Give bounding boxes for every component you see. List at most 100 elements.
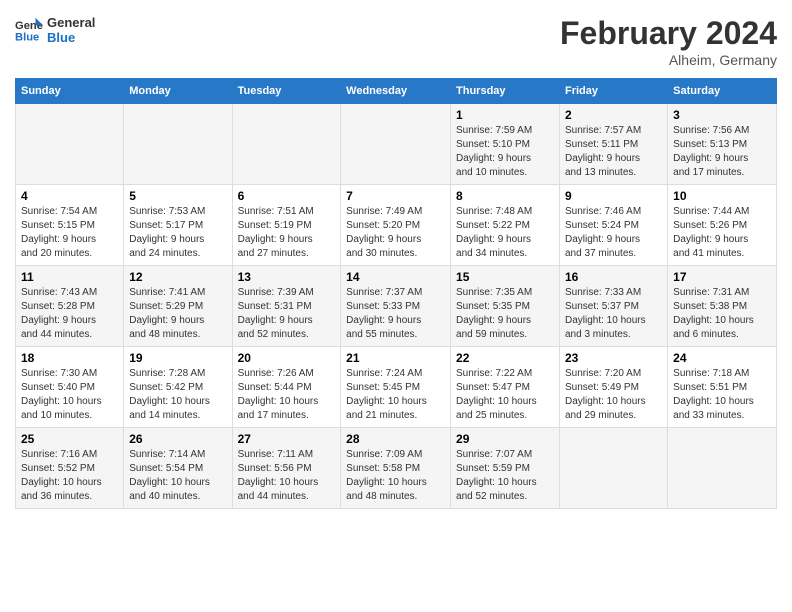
calendar-cell: 12Sunrise: 7:41 AM Sunset: 5:29 PM Dayli…	[124, 266, 232, 347]
weekday-header-friday: Friday	[560, 79, 668, 104]
day-number: 24	[673, 351, 771, 365]
day-info: Sunrise: 7:24 AM Sunset: 5:45 PM Dayligh…	[346, 367, 445, 423]
day-number: 17	[673, 270, 771, 284]
logo-general-text: General	[47, 15, 95, 30]
day-info: Sunrise: 7:16 AM Sunset: 5:52 PM Dayligh…	[21, 448, 118, 504]
weekday-header-saturday: Saturday	[668, 79, 777, 104]
logo-icon: General Blue	[15, 16, 43, 44]
calendar-cell: 19Sunrise: 7:28 AM Sunset: 5:42 PM Dayli…	[124, 347, 232, 428]
day-info: Sunrise: 7:09 AM Sunset: 5:58 PM Dayligh…	[346, 448, 445, 504]
logo-blue-text: Blue	[47, 30, 95, 45]
calendar-week-1: 1 Sunrise: 7:59 AM Sunset: 5:10 PM Daylig…	[16, 104, 777, 185]
calendar-cell: 7 Sunrise: 7:49 AM Sunset: 5:20 PM Daylig…	[341, 185, 451, 266]
calendar-cell	[341, 104, 451, 185]
logo: General Blue General Blue	[15, 15, 95, 45]
day-info: Sunrise: 7:33 AM Sunset: 5:37 PM Dayligh…	[565, 286, 662, 342]
day-number: 9	[565, 189, 662, 203]
calendar-cell: 2 Sunrise: 7:57 AM Sunset: 5:11 PM Daylig…	[560, 104, 668, 185]
calendar-cell: 14 Sunrise: 7:37 AM Sunset: 5:33 PM Dayli…	[341, 266, 451, 347]
day-info: Sunrise: 7:57 AM Sunset: 5:11 PM Dayligh…	[565, 124, 662, 180]
calendar-cell	[560, 428, 668, 509]
day-number: 20	[238, 351, 336, 365]
calendar-cell: 4 Sunrise: 7:54 AM Sunset: 5:15 PM Daylig…	[16, 185, 124, 266]
day-info: Sunrise: 7:51 AM Sunset: 5:19 PM Dayligh…	[238, 205, 336, 261]
day-info: Sunrise: 7:44 AM Sunset: 5:26 PM Dayligh…	[673, 205, 771, 261]
day-info: Sunrise: 7:56 AM Sunset: 5:13 PM Dayligh…	[673, 124, 771, 180]
calendar-cell	[16, 104, 124, 185]
day-info: Sunrise: 7:59 AM Sunset: 5:10 PM Dayligh…	[456, 124, 554, 180]
calendar-cell: 15Sunrise: 7:35 AM Sunset: 5:35 PM Dayli…	[451, 266, 560, 347]
day-number: 28	[346, 432, 445, 446]
day-info: Sunrise: 7:53 AM Sunset: 5:17 PM Dayligh…	[129, 205, 226, 261]
day-number: 16	[565, 270, 662, 284]
day-info: Sunrise: 7:14 AM Sunset: 5:54 PM Dayligh…	[129, 448, 226, 504]
day-info: Sunrise: 7:39 AM Sunset: 5:31 PM Dayligh…	[238, 286, 336, 342]
day-info: Sunrise: 7:20 AM Sunset: 5:49 PM Dayligh…	[565, 367, 662, 423]
day-info: Sunrise: 7:28 AM Sunset: 5:42 PM Dayligh…	[129, 367, 226, 423]
weekday-header-thursday: Thursday	[451, 79, 560, 104]
day-info: Sunrise: 7:37 AM Sunset: 5:33 PM Dayligh…	[346, 286, 445, 342]
day-info: Sunrise: 7:54 AM Sunset: 5:15 PM Dayligh…	[21, 205, 118, 261]
day-number: 21	[346, 351, 445, 365]
day-number: 14	[346, 270, 445, 284]
calendar-cell: 11 Sunrise: 7:43 AM Sunset: 5:28 PM Dayli…	[16, 266, 124, 347]
calendar-cell: 9Sunrise: 7:46 AM Sunset: 5:24 PM Daylig…	[560, 185, 668, 266]
day-number: 8	[456, 189, 554, 203]
weekday-header-row: SundayMondayTuesdayWednesdayThursdayFrid…	[16, 79, 777, 104]
calendar-cell: 13 Sunrise: 7:39 AM Sunset: 5:31 PM Dayli…	[232, 266, 341, 347]
calendar-cell: 26 Sunrise: 7:14 AM Sunset: 5:54 PM Dayli…	[124, 428, 232, 509]
day-number: 12	[129, 270, 226, 284]
day-number: 10	[673, 189, 771, 203]
calendar-cell: 1 Sunrise: 7:59 AM Sunset: 5:10 PM Daylig…	[451, 104, 560, 185]
calendar-cell	[668, 428, 777, 509]
calendar-cell: 5 Sunrise: 7:53 AM Sunset: 5:17 PM Daylig…	[124, 185, 232, 266]
day-info: Sunrise: 7:07 AM Sunset: 5:59 PM Dayligh…	[456, 448, 554, 504]
day-number: 29	[456, 432, 554, 446]
day-number: 23	[565, 351, 662, 365]
day-number: 2	[565, 108, 662, 122]
calendar-cell: 6 Sunrise: 7:51 AM Sunset: 5:19 PM Daylig…	[232, 185, 341, 266]
calendar-cell: 8Sunrise: 7:48 AM Sunset: 5:22 PM Daylig…	[451, 185, 560, 266]
day-number: 13	[238, 270, 336, 284]
calendar-cell: 28 Sunrise: 7:09 AM Sunset: 5:58 PM Dayli…	[341, 428, 451, 509]
day-number: 26	[129, 432, 226, 446]
day-number: 5	[129, 189, 226, 203]
day-number: 18	[21, 351, 118, 365]
day-info: Sunrise: 7:49 AM Sunset: 5:20 PM Dayligh…	[346, 205, 445, 261]
day-info: Sunrise: 7:31 AM Sunset: 5:38 PM Dayligh…	[673, 286, 771, 342]
calendar-cell: 21 Sunrise: 7:24 AM Sunset: 5:45 PM Dayli…	[341, 347, 451, 428]
day-info: Sunrise: 7:11 AM Sunset: 5:56 PM Dayligh…	[238, 448, 336, 504]
calendar-cell: 24 Sunrise: 7:18 AM Sunset: 5:51 PM Dayli…	[668, 347, 777, 428]
calendar-cell: 16 Sunrise: 7:33 AM Sunset: 5:37 PM Dayli…	[560, 266, 668, 347]
weekday-header-wednesday: Wednesday	[341, 79, 451, 104]
calendar-cell: 18 Sunrise: 7:30 AM Sunset: 5:40 PM Dayli…	[16, 347, 124, 428]
calendar-cell: 27 Sunrise: 7:11 AM Sunset: 5:56 PM Dayli…	[232, 428, 341, 509]
calendar-cell: 23 Sunrise: 7:20 AM Sunset: 5:49 PM Dayli…	[560, 347, 668, 428]
calendar-cell: 3 Sunrise: 7:56 AM Sunset: 5:13 PM Daylig…	[668, 104, 777, 185]
calendar-week-3: 11 Sunrise: 7:43 AM Sunset: 5:28 PM Dayli…	[16, 266, 777, 347]
day-number: 27	[238, 432, 336, 446]
calendar-cell: 25Sunrise: 7:16 AM Sunset: 5:52 PM Dayli…	[16, 428, 124, 509]
day-info: Sunrise: 7:22 AM Sunset: 5:47 PM Dayligh…	[456, 367, 554, 423]
day-number: 6	[238, 189, 336, 203]
day-number: 7	[346, 189, 445, 203]
day-info: Sunrise: 7:18 AM Sunset: 5:51 PM Dayligh…	[673, 367, 771, 423]
calendar-cell	[124, 104, 232, 185]
svg-text:Blue: Blue	[15, 31, 39, 43]
weekday-header-monday: Monday	[124, 79, 232, 104]
calendar-week-2: 4 Sunrise: 7:54 AM Sunset: 5:15 PM Daylig…	[16, 185, 777, 266]
calendar-cell	[232, 104, 341, 185]
calendar-cell: 10 Sunrise: 7:44 AM Sunset: 5:26 PM Dayli…	[668, 185, 777, 266]
day-number: 22	[456, 351, 554, 365]
day-info: Sunrise: 7:26 AM Sunset: 5:44 PM Dayligh…	[238, 367, 336, 423]
day-info: Sunrise: 7:30 AM Sunset: 5:40 PM Dayligh…	[21, 367, 118, 423]
page-header: General Blue General Blue February 2024 …	[15, 15, 777, 68]
month-title: February 2024	[560, 15, 777, 52]
calendar-cell: 29 Sunrise: 7:07 AM Sunset: 5:59 PM Dayli…	[451, 428, 560, 509]
day-number: 3	[673, 108, 771, 122]
day-number: 11	[21, 270, 118, 284]
calendar-table: SundayMondayTuesdayWednesdayThursdayFrid…	[15, 78, 777, 509]
day-number: 4	[21, 189, 118, 203]
day-number: 1	[456, 108, 554, 122]
day-info: Sunrise: 7:43 AM Sunset: 5:28 PM Dayligh…	[21, 286, 118, 342]
